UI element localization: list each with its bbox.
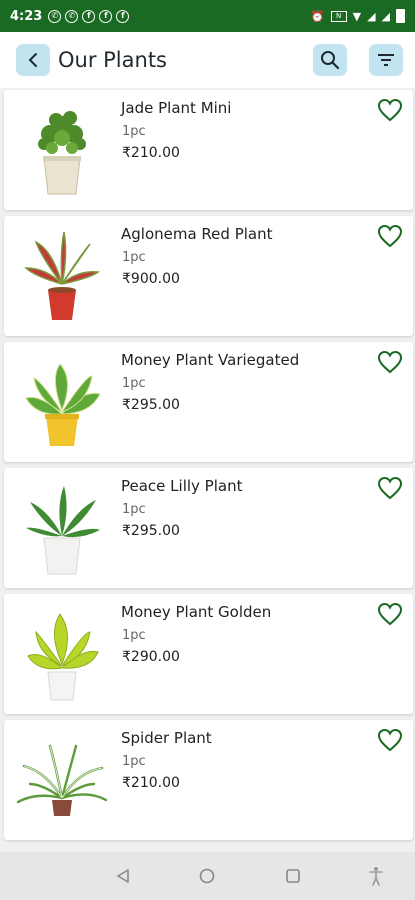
page-title: Our Plants (58, 48, 167, 72)
product-card[interactable]: Aglonema Red Plant 1pc ₹900.00 (4, 216, 413, 336)
heart-icon[interactable] (377, 728, 403, 752)
product-name: Jade Plant Mini (121, 99, 232, 117)
facebook-icon: f (99, 9, 113, 23)
product-qty: 1pc (122, 250, 146, 265)
wifi-icon: ▼ (352, 9, 362, 23)
product-name: Spider Plant (121, 729, 212, 747)
nfc-icon: N (330, 10, 347, 22)
product-image (12, 352, 112, 452)
back-icon (28, 53, 37, 67)
facebook-icon: f (82, 9, 96, 23)
status-time: 4:23 (10, 8, 43, 24)
product-card[interactable]: Spider Plant 1pc ₹210.00 (4, 720, 413, 840)
product-image (12, 226, 112, 326)
product-price: ₹210.00 (122, 775, 180, 791)
product-image (12, 604, 112, 704)
product-qty: 1pc (122, 376, 146, 391)
search-icon (321, 51, 340, 70)
product-name: Aglonema Red Plant (121, 225, 273, 243)
product-card[interactable]: Peace Lilly Plant 1pc ₹295.00 (4, 468, 413, 588)
product-image (12, 730, 112, 830)
status-bar: 4:23 ✆ ✆ f f f ⏰ N ▼ ◢ ◢ (0, 0, 415, 32)
nav-recents-icon[interactable] (285, 868, 301, 884)
product-card[interactable]: Money Plant Variegated 1pc ₹295.00 (4, 342, 413, 462)
accessibility-icon[interactable] (368, 866, 384, 886)
system-nav-bar (0, 852, 415, 900)
product-image (12, 100, 112, 200)
signal-icon: ◢ (381, 9, 390, 23)
heart-icon[interactable] (377, 98, 403, 122)
nav-back-icon[interactable] (115, 868, 131, 884)
product-price: ₹290.00 (122, 649, 180, 665)
heart-icon[interactable] (377, 602, 403, 626)
notification-icons: ✆ ✆ f f f (48, 9, 130, 23)
system-icons: ⏰ N ▼ ◢ ◢ (311, 9, 405, 23)
heart-icon[interactable] (377, 224, 403, 248)
product-card[interactable]: Money Plant Golden 1pc ₹290.00 (4, 594, 413, 714)
heart-icon[interactable] (377, 476, 403, 500)
product-qty: 1pc (122, 628, 146, 643)
signal-icon: ◢ (367, 9, 376, 23)
product-qty: 1pc (122, 754, 146, 769)
product-qty: 1pc (122, 502, 146, 517)
product-price: ₹900.00 (122, 271, 180, 287)
product-name: Money Plant Golden (121, 603, 272, 621)
heart-icon[interactable] (377, 350, 403, 374)
facebook-icon: f (116, 9, 130, 23)
whatsapp-icon: ✆ (65, 9, 79, 23)
product-price: ₹295.00 (122, 397, 180, 413)
filter-icon (378, 54, 394, 66)
filter-button[interactable] (369, 44, 403, 76)
product-image (12, 478, 112, 578)
app-header: Our Plants (0, 32, 415, 88)
product-name: Peace Lilly Plant (121, 477, 243, 495)
product-qty: 1pc (122, 124, 146, 139)
whatsapp-icon: ✆ (48, 9, 62, 23)
product-list: Jade Plant Mini 1pc ₹210.00 Aglonema Red… (4, 90, 413, 846)
product-price: ₹295.00 (122, 523, 180, 539)
back-button[interactable] (16, 44, 50, 76)
product-name: Money Plant Variegated (121, 351, 300, 369)
search-button[interactable] (313, 44, 347, 76)
product-price: ₹210.00 (122, 145, 180, 161)
alarm-icon: ⏰ (310, 9, 325, 23)
nav-home-icon[interactable] (199, 868, 215, 884)
product-card[interactable]: Jade Plant Mini 1pc ₹210.00 (4, 90, 413, 210)
battery-icon (396, 9, 405, 23)
